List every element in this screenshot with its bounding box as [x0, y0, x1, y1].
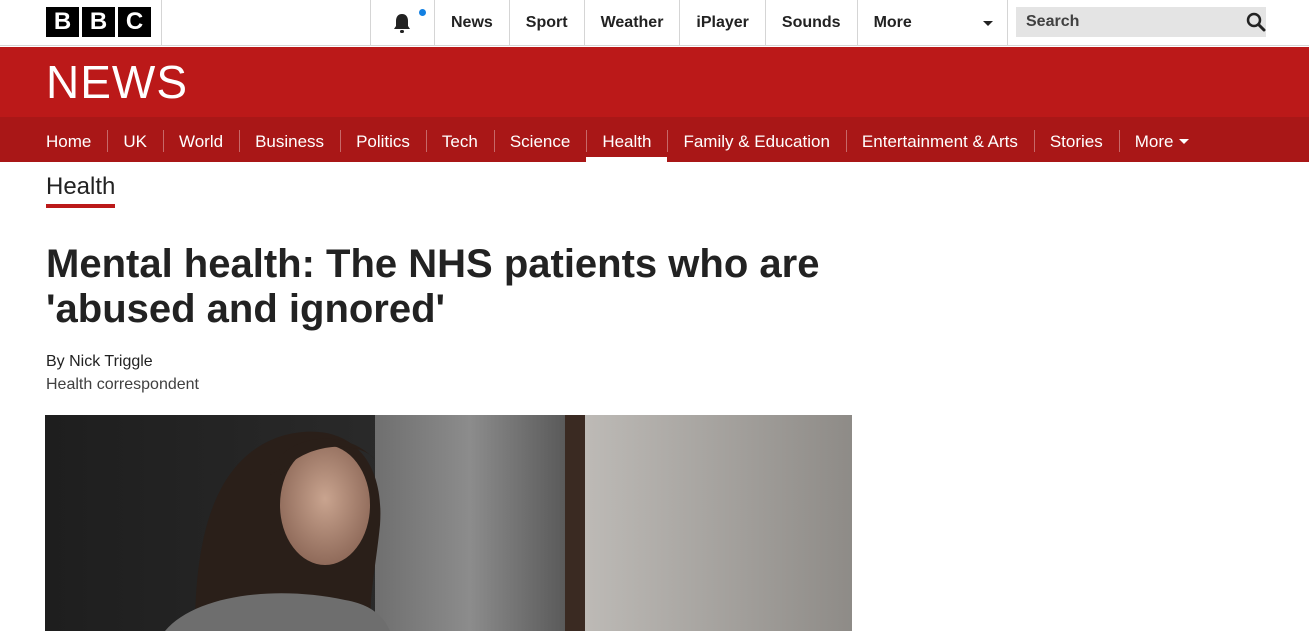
section-nav: Home UK World Business Politics Tech Sci… [0, 117, 1309, 162]
bbc-logo[interactable]: B B C [46, 7, 151, 37]
topnav-sport[interactable]: Sport [510, 0, 585, 46]
byline-role: Health correspondent [46, 376, 199, 393]
section-nav-business[interactable]: Business [239, 117, 340, 162]
search-input[interactable] [1016, 7, 1245, 37]
article-headline: Mental health: The NHS patients who are … [46, 242, 820, 331]
byline-name: By Nick Triggle [46, 353, 153, 370]
hero-photo [45, 415, 852, 631]
topnav-weather[interactable]: Weather [585, 0, 681, 46]
search-icon[interactable] [1245, 7, 1266, 37]
top-nav: News Sport Weather iPlayer Sounds More [434, 0, 1008, 46]
topnav-more-label: More [873, 14, 912, 31]
hero-image [45, 415, 852, 631]
notification-dot [419, 9, 426, 16]
section-nav-family-education[interactable]: Family & Education [667, 117, 845, 162]
news-banner: NEWS [0, 47, 1309, 117]
section-nav-tech[interactable]: Tech [425, 117, 494, 162]
chevron-down-icon [1179, 139, 1190, 144]
section-nav-uk[interactable]: UK [107, 117, 163, 162]
section-label[interactable]: Health [46, 173, 116, 208]
section-nav-health[interactable]: Health [586, 117, 668, 162]
news-logo[interactable]: NEWS [46, 58, 188, 106]
bbc-top-bar: B B C News Sport Weather iPlayer Sounds … [0, 0, 1309, 46]
section-nav-world[interactable]: World [162, 117, 239, 162]
notifications-button[interactable] [371, 0, 433, 46]
section-nav-science[interactable]: Science [493, 117, 586, 162]
topnav-sounds[interactable]: Sounds [766, 0, 858, 46]
divider [161, 0, 162, 46]
bell-icon [394, 14, 410, 33]
section-nav-politics[interactable]: Politics [340, 117, 426, 162]
chevron-down-icon [982, 21, 993, 26]
section-nav-stories[interactable]: Stories [1033, 117, 1119, 162]
topnav-more[interactable]: More [858, 0, 1008, 46]
topnav-news[interactable]: News [434, 0, 510, 46]
search-box [1016, 7, 1266, 37]
bbc-logo-letter: B [82, 7, 115, 37]
section-nav-more-label: More [1134, 132, 1174, 151]
section-nav-entertainment-arts[interactable]: Entertainment & Arts [845, 117, 1034, 162]
bbc-logo-letter: C [118, 7, 151, 37]
topnav-iplayer[interactable]: iPlayer [680, 0, 766, 46]
section-nav-home[interactable]: Home [30, 117, 107, 162]
bbc-logo-letter: B [46, 7, 79, 37]
section-nav-more[interactable]: More [1118, 117, 1206, 162]
